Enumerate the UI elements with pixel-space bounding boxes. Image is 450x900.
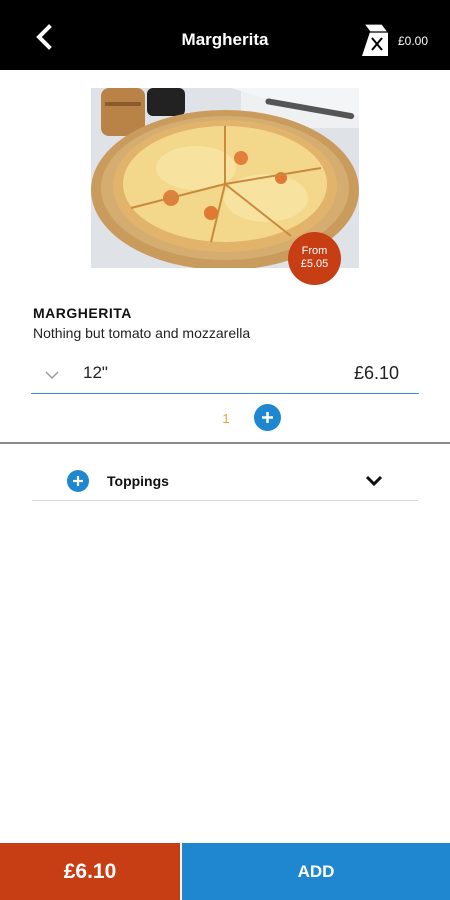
section-divider <box>0 442 450 444</box>
chevron-down-icon <box>45 367 59 385</box>
size-price: £6.10 <box>353 363 399 383</box>
toppings-expander[interactable]: Toppings <box>32 458 418 501</box>
selected-size: 12" <box>83 363 108 382</box>
product-description: Nothing but tomato and mozzarella <box>33 325 251 341</box>
toppings-label: Toppings <box>107 473 169 489</box>
badge-price: £5.05 <box>300 258 329 270</box>
from-price-badge: From £5.05 <box>288 232 341 285</box>
add-button[interactable]: ADD <box>182 843 450 900</box>
product-name: MARGHERITA <box>33 305 132 321</box>
size-select[interactable]: 12" £6.10 <box>31 352 419 394</box>
basket-total: £0.00 <box>398 34 429 48</box>
increase-quantity-button[interactable] <box>254 404 281 431</box>
order-total: £6.10 <box>0 843 180 900</box>
plus-icon <box>67 470 89 492</box>
plus-icon <box>254 412 281 435</box>
chevron-down-icon <box>365 474 383 492</box>
top-bar: Margherita £0.00 <box>0 0 450 70</box>
quantity-value: 1 <box>222 411 230 426</box>
badge-from-label: From <box>301 245 328 257</box>
bottom-bar: £6.10 ADD <box>0 843 450 900</box>
basket-button[interactable]: £0.00 <box>360 22 440 58</box>
